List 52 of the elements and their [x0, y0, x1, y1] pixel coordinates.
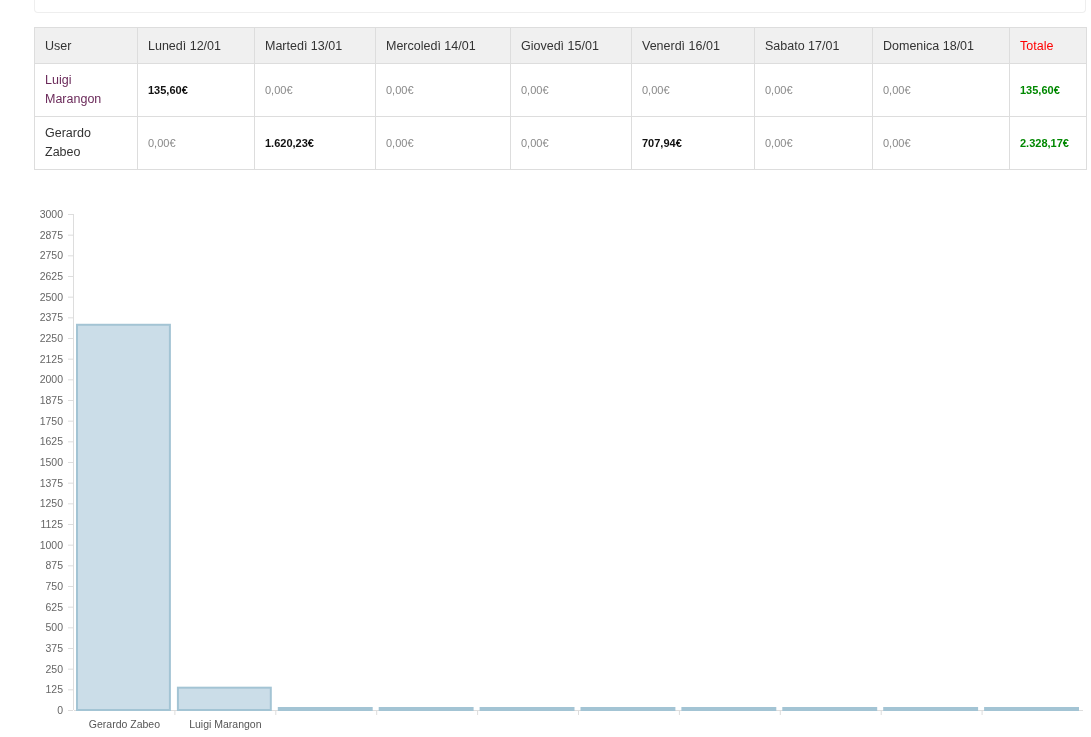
axis-label: 3000	[39, 208, 63, 220]
axis-label: 2750	[39, 249, 63, 262]
amount-text: 0,00€	[148, 136, 176, 149]
amount-text: 707,94€	[642, 136, 682, 149]
axis-label: 250	[45, 662, 63, 675]
axis-label: 2500	[39, 290, 63, 303]
axis-label: Gerardo Zabeo	[88, 718, 161, 730]
amount-text: 0,00€	[765, 136, 793, 149]
column-header: Domenica 18/01	[883, 38, 975, 53]
column-header: Lunedì 12/01	[148, 38, 221, 53]
amount-text: 0,00€	[521, 83, 549, 96]
amount-text: 135,60€	[148, 83, 188, 96]
axis-label: 1750	[39, 414, 63, 427]
amount-text: 0,00€	[386, 83, 414, 96]
amount-text: 0,00€	[765, 83, 793, 96]
column-header: Venerdì 16/01	[642, 38, 720, 53]
axis-label: 2875	[39, 228, 63, 241]
axis-label: 1500	[39, 456, 63, 468]
axis-label: 2375	[39, 311, 63, 324]
column-header: User	[45, 38, 72, 53]
column-header: Mercoledì 14/01	[386, 38, 476, 53]
axis-label: 1250	[39, 497, 63, 510]
axis-label: 1125	[40, 518, 63, 530]
amount-text: 1.620,23€	[265, 136, 314, 149]
amount-text: 0,00€	[642, 83, 670, 96]
axis-label: 2125	[39, 352, 63, 365]
amount-text: 0,00€	[265, 83, 293, 96]
column-header: Sabato 17/01	[765, 38, 840, 53]
axis-label: 875	[45, 559, 63, 572]
amount-text: 0,00€	[883, 83, 911, 96]
amount-text: 0,00€	[883, 136, 911, 149]
axis-label: 500	[45, 621, 63, 634]
axis-label: 2000	[39, 373, 63, 386]
axis-label: 375	[45, 642, 63, 654]
axis-label: 1625	[39, 435, 63, 448]
column-header: Totale	[1020, 38, 1054, 53]
axis-label: 1000	[39, 538, 63, 551]
axis-label: 625	[45, 600, 63, 613]
amount-text: 0,00€	[386, 136, 414, 149]
axis-label: 2250	[39, 332, 63, 344]
axis-label: 750	[45, 580, 63, 592]
axis-label: 125	[45, 683, 63, 696]
amount-text: 0,00€	[521, 136, 549, 149]
axis-label: 2625	[39, 270, 63, 282]
column-header: Martedì 13/01	[265, 38, 343, 53]
column-header: Giovedì 15/01	[521, 38, 599, 53]
total-amount: 2.328,17€	[1020, 136, 1069, 149]
axis-label: 1875	[39, 394, 63, 406]
axis-label: Luigi Marangon	[189, 718, 262, 730]
axis-label: 1375	[39, 476, 63, 489]
total-amount: 135,60€	[1020, 83, 1060, 96]
axis-label: 0	[57, 704, 63, 716]
